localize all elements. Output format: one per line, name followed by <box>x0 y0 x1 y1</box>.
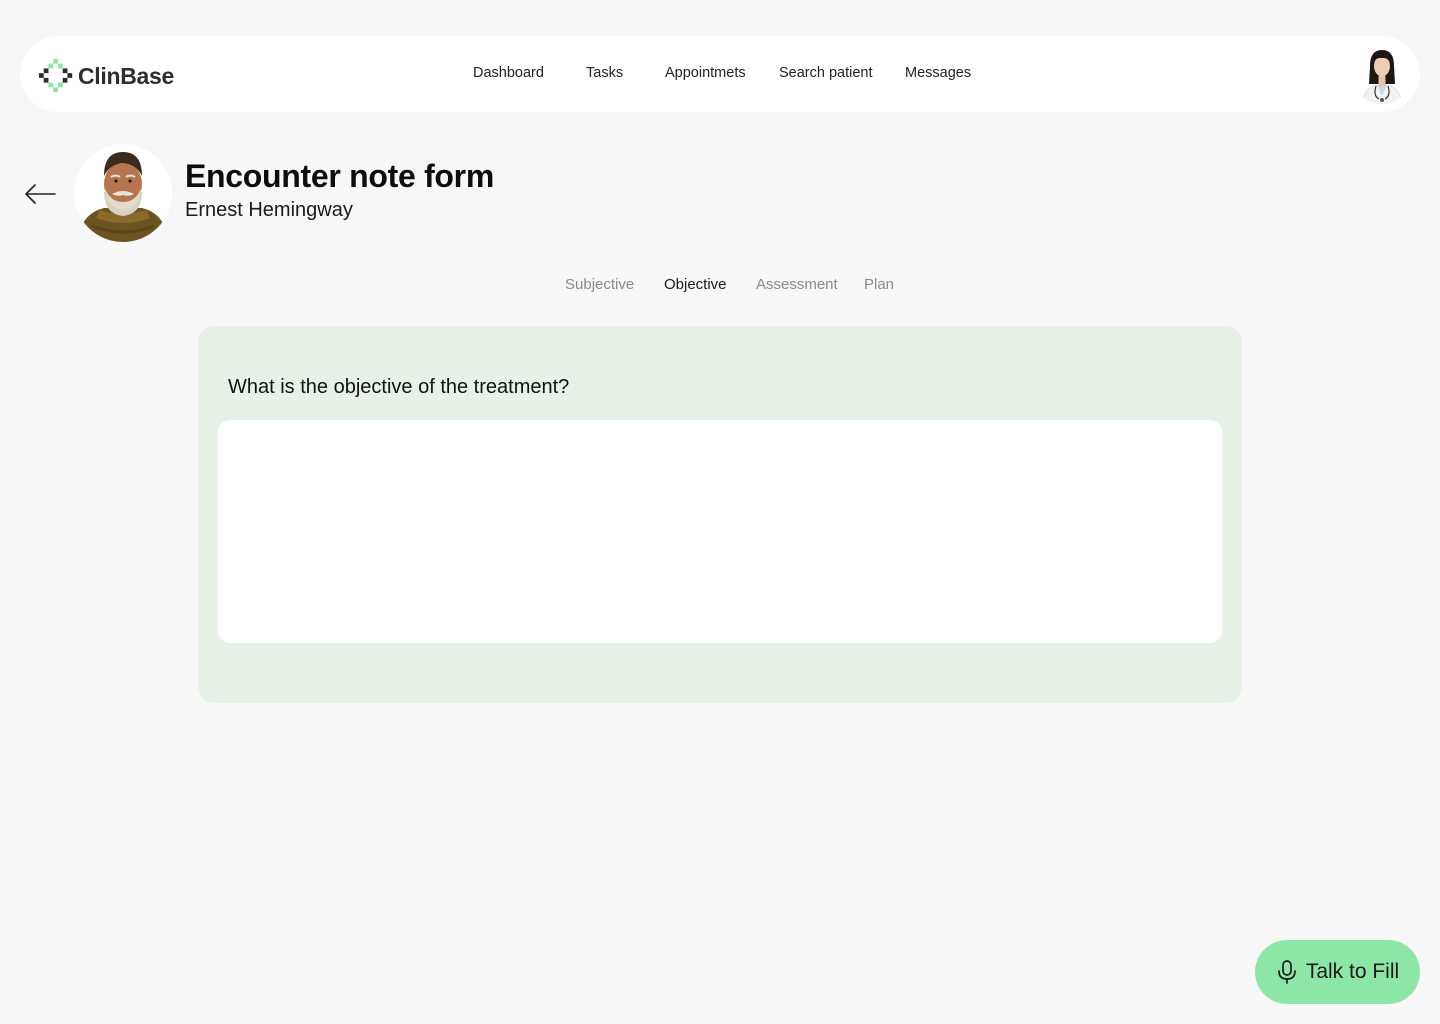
doctor-avatar[interactable] <box>1352 44 1412 104</box>
arrow-left-icon <box>25 184 56 204</box>
answer-textarea[interactable] <box>218 420 1222 643</box>
clinbase-cross-logo-icon <box>38 58 73 93</box>
tab-subjective[interactable]: Subjective <box>565 276 634 293</box>
brand-name: ClinBase <box>78 62 175 89</box>
tab-objective[interactable]: Objective <box>664 276 727 293</box>
back-button[interactable] <box>22 180 58 208</box>
doctor-portrait-image <box>1352 44 1412 104</box>
question-card: What is the objective of the treatment? <box>198 326 1242 703</box>
top-nav-bar: ClinBase Dashboard Tasks Appointmets Sea… <box>20 36 1420 112</box>
patient-photo <box>74 144 172 242</box>
brand-logo[interactable]: ClinBase <box>38 58 174 94</box>
nav-item-appointments[interactable]: Appointmets <box>665 65 746 81</box>
question-label: What is the objective of the treatment? <box>228 376 570 398</box>
patient-portrait-image <box>74 144 172 242</box>
nav-item-dashboard[interactable]: Dashboard <box>473 65 544 81</box>
talk-to-fill-label: Talk to Fill <box>1305 960 1400 983</box>
patient-name: Ernest Hemingway <box>185 199 353 221</box>
page-title: Encounter note form <box>185 158 494 194</box>
nav-item-tasks[interactable]: Tasks <box>586 65 623 81</box>
talk-to-fill-button[interactable]: Talk to Fill <box>1255 940 1420 1004</box>
nav-item-messages[interactable]: Messages <box>905 65 971 81</box>
tab-assessment[interactable]: Assessment <box>756 276 838 293</box>
tab-plan[interactable]: Plan <box>864 276 894 293</box>
nav-item-search-patient[interactable]: Search patient <box>779 65 873 81</box>
microphone-icon <box>1277 960 1296 984</box>
